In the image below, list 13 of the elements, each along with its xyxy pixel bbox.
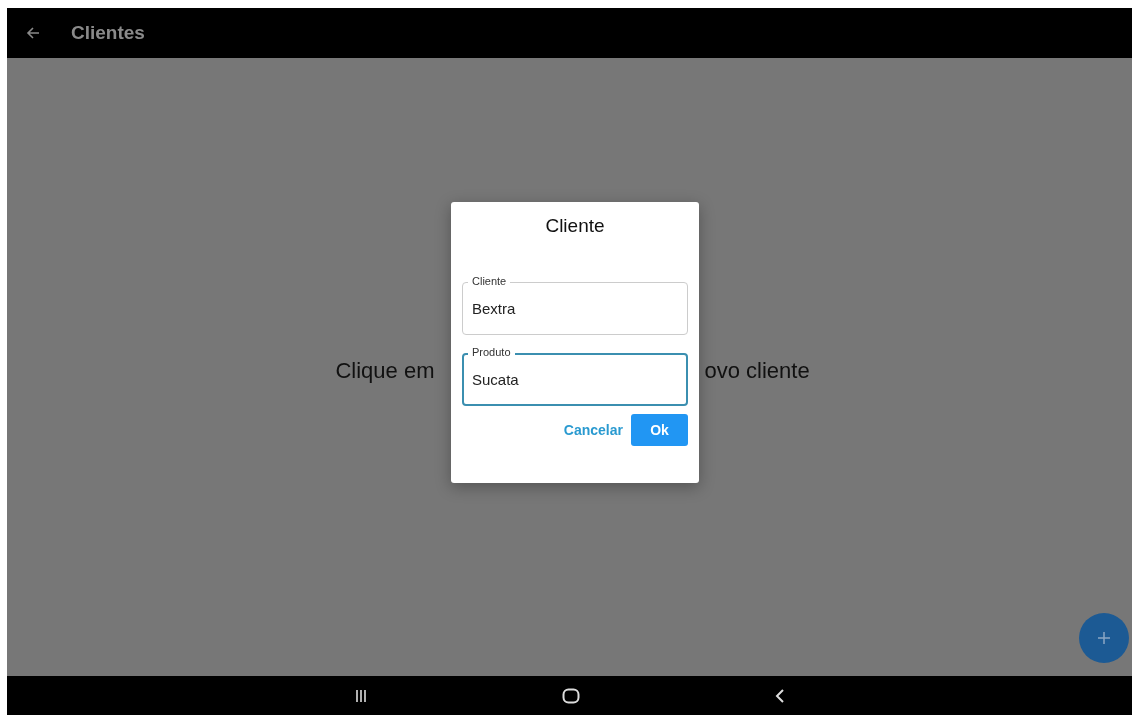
input-field[interactable]: Produto Sucata xyxy=(462,345,688,406)
plus-icon xyxy=(1097,631,1111,645)
empty-message-text: Clique em xyxy=(335,358,435,384)
field-label: Produto xyxy=(468,345,515,359)
home-icon[interactable] xyxy=(561,687,580,704)
field-label: Cliente xyxy=(468,274,511,288)
back-icon[interactable] xyxy=(774,687,785,704)
back-arrow-icon[interactable] xyxy=(25,25,41,41)
input-field[interactable]: Cliente Bextra xyxy=(462,274,688,335)
recent-apps-icon[interactable] xyxy=(354,688,367,703)
dialog-title: Cliente xyxy=(544,215,606,237)
app-bar-title: Clientes xyxy=(71,22,145,44)
empty-message-text: ovo cliente xyxy=(704,358,810,384)
